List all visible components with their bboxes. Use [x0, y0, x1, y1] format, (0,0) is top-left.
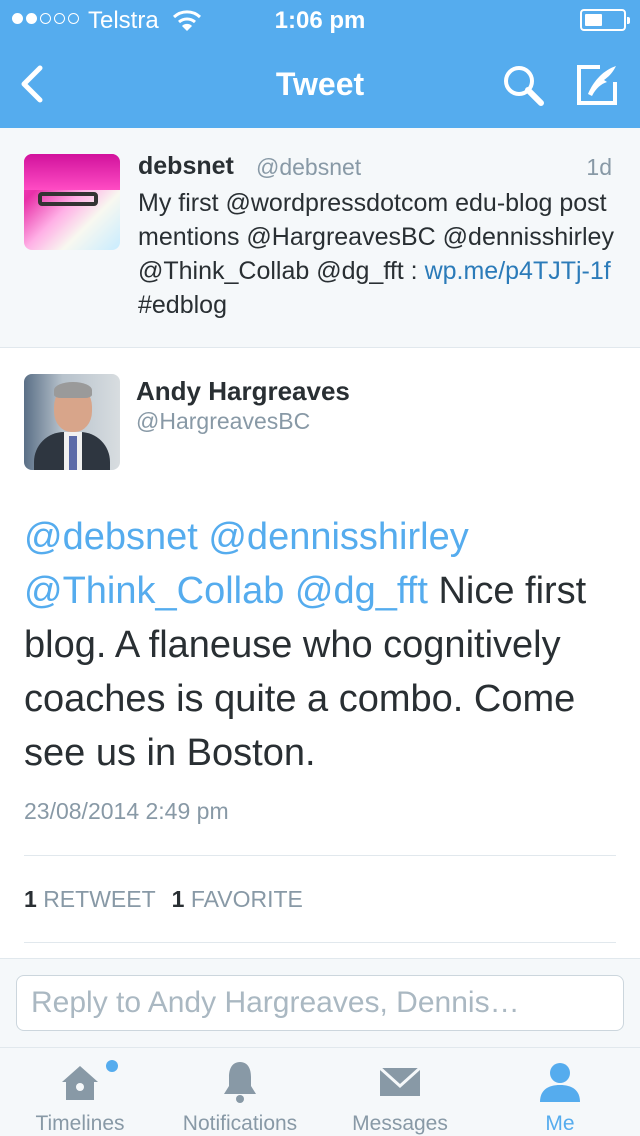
- search-icon[interactable]: [500, 62, 546, 108]
- author-handle: @HargreavesBC: [136, 408, 311, 434]
- parent-tweet-hashtag: #edblog: [138, 291, 227, 319]
- tab-timelines[interactable]: Timelines: [0, 1056, 160, 1136]
- favorite-count: 1: [171, 886, 185, 912]
- divider: [24, 942, 616, 943]
- tab-label: Notifications: [182, 1112, 298, 1135]
- avatar[interactable]: [24, 374, 120, 470]
- tab-label: Timelines: [35, 1112, 125, 1135]
- tweet-stats: 1 RETWEET 1 FAVORITE: [24, 886, 303, 913]
- parent-tweet-link[interactable]: wp.me/p4TJTj-1f: [425, 257, 611, 285]
- reply-input[interactable]: [16, 975, 624, 1031]
- tab-notifications[interactable]: Notifications: [160, 1056, 320, 1136]
- tweet-text: @debsnet @dennisshirley @Think_Collab @d…: [24, 510, 624, 780]
- battery-icon: [580, 9, 630, 31]
- author-name[interactable]: Andy Hargreaves: [136, 376, 350, 407]
- reply-bar: [0, 958, 640, 1048]
- avatar[interactable]: [24, 154, 120, 250]
- home-icon: [62, 1066, 98, 1100]
- parent-tweet-age: 1d: [586, 154, 612, 180]
- tab-bar: Timelines Notifications Messages Me: [0, 1048, 640, 1136]
- tab-messages[interactable]: Messages: [320, 1056, 480, 1136]
- person-icon: [540, 1063, 580, 1102]
- retweet-label: RETWEET: [43, 886, 156, 912]
- tab-label: Me: [545, 1112, 575, 1135]
- tweet-timestamp: 23/08/2014 2:49 pm: [24, 798, 229, 824]
- new-content-dot: [106, 1060, 118, 1072]
- bell-icon: [224, 1062, 256, 1103]
- status-bar: Telstra 1:06 pm: [0, 0, 640, 40]
- parent-author-handle: @debsnet: [256, 154, 362, 180]
- top-bar: Telstra 1:06 pm Tweet: [0, 0, 640, 128]
- favorite-label: FAVORITE: [190, 886, 303, 912]
- divider: [24, 855, 616, 856]
- tweet-mentions[interactable]: @debsnet @dennisshirley @Think_Collab @d…: [24, 516, 469, 612]
- navigation-bar: Tweet: [0, 40, 640, 128]
- parent-author-name[interactable]: debsnet: [138, 152, 234, 181]
- envelope-icon: [378, 1066, 422, 1096]
- compose-icon[interactable]: [574, 62, 620, 108]
- tab-label: Messages: [352, 1112, 448, 1135]
- tab-me[interactable]: Me: [480, 1056, 640, 1136]
- parent-tweet-text: My first @wordpressdotcom edu-blog post …: [138, 186, 618, 322]
- retweet-count: 1: [24, 886, 37, 912]
- favorite-count-link[interactable]: 1 FAVORITE: [172, 886, 303, 913]
- clock: 1:06 pm: [274, 7, 366, 34]
- retweet-count-link[interactable]: 1 RETWEET: [24, 886, 156, 913]
